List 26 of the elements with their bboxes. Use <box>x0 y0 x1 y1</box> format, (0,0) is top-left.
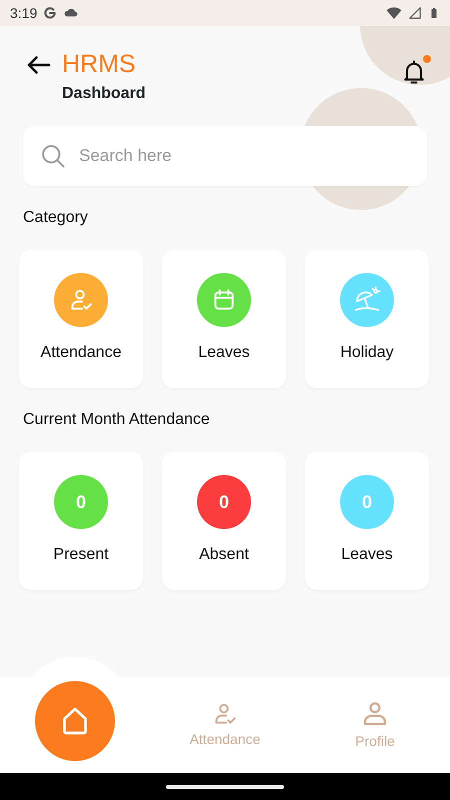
wifi-icon <box>386 5 402 21</box>
category-card[interactable]: Attendance <box>19 250 143 388</box>
count-badge: 0 <box>54 475 108 529</box>
count-badge: 0 <box>197 475 251 529</box>
search-field[interactable]: Search here <box>77 142 411 170</box>
card-label: Holiday <box>340 343 394 363</box>
status-time: 3:19 <box>10 4 38 22</box>
stat-card[interactable]: 0 Absent <box>162 452 286 590</box>
count-badge: 0 <box>340 475 394 529</box>
category-card[interactable]: Leaves <box>162 250 286 388</box>
stat-card[interactable]: 0 Leaves <box>305 452 429 590</box>
app-title: HRMS <box>62 50 137 78</box>
search-icon <box>39 142 67 170</box>
category-card[interactable]: Holiday <box>305 250 429 388</box>
section-title: Current Month Attendance <box>23 410 211 430</box>
page-title: Dashboard <box>62 84 146 104</box>
card-label: Leaves <box>341 545 393 565</box>
card-label: Attendance <box>40 343 122 363</box>
search-bar[interactable]: Search here <box>23 126 427 186</box>
card-label: Absent <box>199 545 249 565</box>
section-title: Category <box>23 208 89 228</box>
google-icon <box>43 6 58 20</box>
card-label: Leaves <box>198 343 250 363</box>
card-label: Present <box>53 545 109 565</box>
stat-card[interactable]: 0 Present <box>19 452 143 590</box>
signal-icon <box>408 6 422 20</box>
